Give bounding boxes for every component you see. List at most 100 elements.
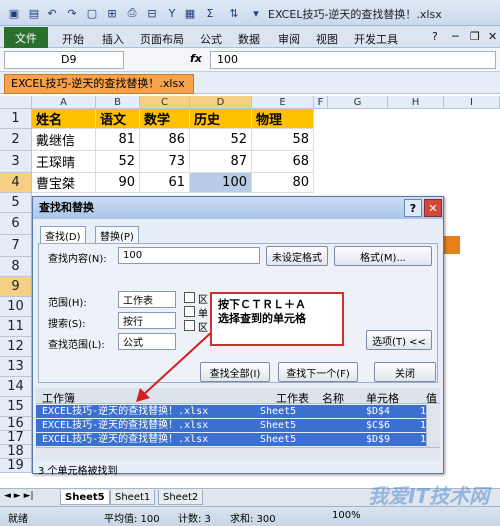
row-header[interactable]: 17 <box>0 430 32 445</box>
results-scrollbar[interactable] <box>426 405 440 447</box>
column-header[interactable]: D <box>190 96 252 109</box>
tab-file[interactable]: 文件 <box>4 27 48 48</box>
table-header-cell[interactable]: 物理 <box>252 109 314 129</box>
table-cell[interactable]: 58 <box>252 129 314 151</box>
row-header[interactable]: 4 <box>0 173 32 193</box>
close-button[interactable]: 关闭 <box>374 362 436 382</box>
table-cell-selected[interactable]: 100 <box>190 173 252 193</box>
tab-page-layout[interactable]: 页面布局 <box>140 31 184 47</box>
row-header[interactable]: 10 <box>0 297 32 317</box>
row-header[interactable]: 14 <box>0 377 32 397</box>
workbook-tab[interactable]: EXCEL技巧-逆天的查找替换！.xlsx <box>4 74 194 94</box>
row-header[interactable]: 9 <box>0 277 32 297</box>
help-icon[interactable]: ? <box>432 30 438 43</box>
column-header[interactable]: C <box>140 96 190 109</box>
table-header-cell[interactable]: 历史 <box>190 109 252 129</box>
column-header[interactable]: G <box>328 96 388 109</box>
results-hscrollbar[interactable] <box>36 447 440 461</box>
result-header-cell[interactable]: 单元格 <box>366 390 399 406</box>
close-icon[interactable]: ✕ <box>488 30 497 43</box>
restore-icon[interactable]: ❐ <box>470 30 480 43</box>
row-header[interactable]: 11 <box>0 317 32 337</box>
print-icon[interactable]: ⎙ <box>124 5 140 21</box>
column-header[interactable]: A <box>32 96 96 109</box>
row-header[interactable]: 15 <box>0 397 32 417</box>
table-header-cell[interactable]: 语文 <box>96 109 140 129</box>
formula-input[interactable]: 100 <box>210 51 496 69</box>
column-header[interactable]: H <box>388 96 444 109</box>
table-cell[interactable]: 80 <box>252 173 314 193</box>
table-cell[interactable]: 61 <box>140 173 190 193</box>
result-header-name[interactable]: 名称 <box>322 390 344 406</box>
tab-review[interactable]: 审阅 <box>278 31 300 47</box>
save-icon[interactable]: ▤ <box>26 5 42 21</box>
table-cell[interactable]: 王琛晴 <box>32 151 96 173</box>
result-header-sheet[interactable]: 工作表 <box>276 390 309 406</box>
dialog-help-icon[interactable]: ? <box>404 199 422 217</box>
table-cell[interactable]: 81 <box>96 129 140 151</box>
find-next-button[interactable]: 查找下一个(F) <box>278 362 358 382</box>
tab-home[interactable]: 开始 <box>62 31 84 47</box>
table-cell[interactable]: 52 <box>96 151 140 173</box>
table-cell[interactable]: 90 <box>96 173 140 193</box>
sort-icon[interactable]: ⇅ <box>226 5 242 21</box>
tab-insert[interactable]: 插入 <box>102 31 124 47</box>
table-cell[interactable]: 86 <box>140 129 190 151</box>
sheet-nav-icon[interactable]: ◄ ► ►| <box>4 491 34 501</box>
find-what-input[interactable]: 100 <box>118 247 260 264</box>
new-icon[interactable]: ▢ <box>84 5 100 21</box>
customize-icon[interactable]: ▾ <box>248 5 264 21</box>
result-header-value[interactable]: 值 <box>426 390 437 406</box>
undo-icon[interactable]: ↶ <box>44 5 60 21</box>
redo-icon[interactable]: ↷ <box>64 5 80 21</box>
options-button[interactable]: 选项(T) << <box>366 330 432 350</box>
tab-view[interactable]: 视图 <box>316 31 338 47</box>
table-cell[interactable]: 68 <box>252 151 314 173</box>
column-header[interactable]: E <box>252 96 314 109</box>
table-cell[interactable]: 87 <box>190 151 252 173</box>
column-header[interactable]: B <box>96 96 140 109</box>
row-header[interactable]: 3 <box>0 151 32 173</box>
row-header[interactable]: 1 <box>0 109 32 129</box>
row-header[interactable]: 12 <box>0 337 32 357</box>
open-icon[interactable]: ⊞ <box>104 5 120 21</box>
filter-icon[interactable]: Y <box>164 5 180 21</box>
row-header[interactable]: 2 <box>0 129 32 151</box>
result-row[interactable]: EXCEL技巧-逆天的查找替换！.xlsx Sheet5 $D$9 1 <box>36 433 426 446</box>
column-header[interactable]: F <box>314 96 328 109</box>
tab-find[interactable]: 查找(D) <box>40 226 86 243</box>
table-cell[interactable]: 52 <box>190 129 252 151</box>
format-button[interactable]: 格式(M)... <box>334 246 432 266</box>
row-header[interactable]: 18 <box>0 444 32 459</box>
status-zoom[interactable]: 100% <box>332 510 361 521</box>
row-header[interactable]: 7 <box>0 235 32 257</box>
tab-formulas[interactable]: 公式 <box>200 31 222 47</box>
tab-replace[interactable]: 替换(P) <box>95 226 139 243</box>
table-cell[interactable]: 73 <box>140 151 190 173</box>
column-header[interactable]: I <box>444 96 500 109</box>
dialog-close-icon[interactable]: ✕ <box>424 199 442 217</box>
tab-data[interactable]: 数据 <box>238 31 260 47</box>
row-header[interactable]: 8 <box>0 257 32 277</box>
format-icon[interactable]: ⊟ <box>144 5 160 21</box>
row-header[interactable]: 6 <box>0 213 32 235</box>
tab-developer[interactable]: 开发工具 <box>354 31 398 47</box>
fx-icon[interactable]: fx <box>190 52 202 65</box>
sheet-tab-sheet5[interactable]: Sheet5 <box>60 490 110 505</box>
name-box[interactable]: D9 <box>4 51 124 69</box>
result-row[interactable]: EXCEL技巧-逆天的查找替换！.xlsx Sheet5 $C$6 1 <box>36 419 426 432</box>
result-row[interactable]: EXCEL技巧-逆天的查找替换！.xlsx Sheet5 $D$4 1 <box>36 405 426 418</box>
table-header-cell[interactable]: 姓名 <box>32 109 96 129</box>
sheet-tab-sheet2[interactable]: Sheet2 <box>158 490 204 505</box>
result-header-workbook[interactable]: 工作簿 <box>42 390 75 406</box>
row-header[interactable]: 16 <box>0 416 32 431</box>
minimize-icon[interactable]: ─ <box>452 30 459 43</box>
select-all-corner[interactable] <box>0 96 32 109</box>
table-icon[interactable]: ▦ <box>182 5 198 21</box>
row-header[interactable]: 19 <box>0 458 32 473</box>
table-cell[interactable]: 曹宝桀 <box>32 173 96 193</box>
sum-icon[interactable]: Σ <box>202 5 218 21</box>
row-header[interactable]: 13 <box>0 357 32 377</box>
sheet-tab-sheet1[interactable]: Sheet1 <box>110 490 156 505</box>
table-cell[interactable]: 戴继信 <box>32 129 96 151</box>
